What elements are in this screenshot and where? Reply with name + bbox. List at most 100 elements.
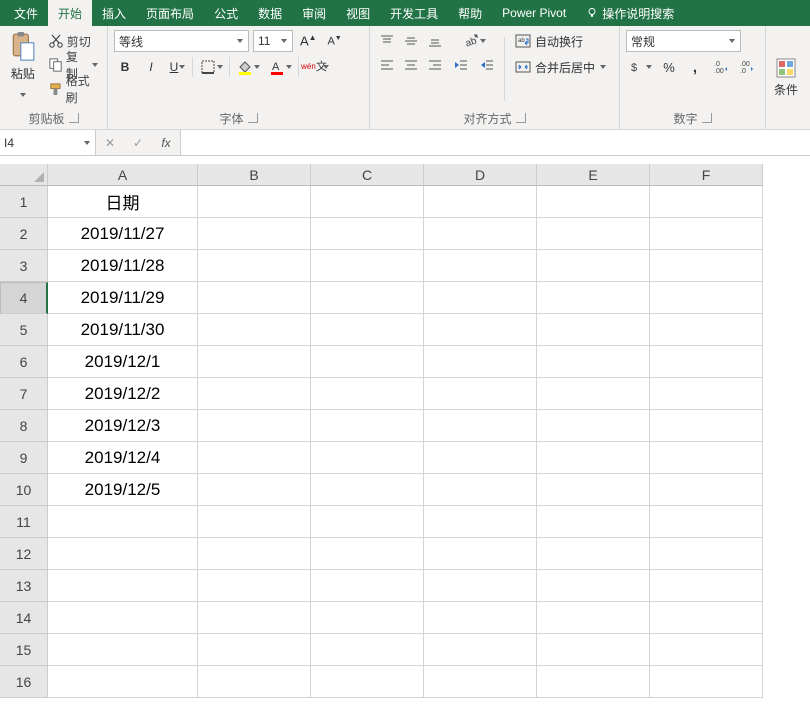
cell-A12[interactable]	[48, 538, 198, 570]
cell-E14[interactable]	[537, 602, 650, 634]
cell-E5[interactable]	[537, 314, 650, 346]
border-dropdown[interactable]	[216, 56, 224, 78]
italic-button[interactable]: I	[140, 56, 162, 78]
cell-F16[interactable]	[650, 666, 763, 698]
cell-B9[interactable]	[198, 442, 311, 474]
cell-D12[interactable]	[424, 538, 537, 570]
cell-D9[interactable]	[424, 442, 537, 474]
cell-C12[interactable]	[311, 538, 424, 570]
row-header-16[interactable]: 16	[0, 666, 48, 698]
cell-F1[interactable]	[650, 186, 763, 218]
align-dialog-launcher[interactable]	[516, 113, 526, 123]
cell-D4[interactable]	[424, 282, 537, 314]
cell-F13[interactable]	[650, 570, 763, 602]
cell-C16[interactable]	[311, 666, 424, 698]
cell-D5[interactable]	[424, 314, 537, 346]
wrap-text-button[interactable]: ab 自动换行	[511, 30, 611, 52]
row-header-11[interactable]: 11	[0, 506, 48, 538]
cell-A11[interactable]	[48, 506, 198, 538]
comma-button[interactable]: ,	[684, 56, 706, 78]
select-all-corner[interactable]	[0, 164, 48, 186]
cell-B15[interactable]	[198, 634, 311, 666]
cell-F6[interactable]	[650, 346, 763, 378]
align-top-button[interactable]	[376, 30, 398, 52]
merge-dropdown[interactable]	[599, 56, 607, 78]
cell-E15[interactable]	[537, 634, 650, 666]
decrease-indent-button[interactable]	[450, 54, 472, 76]
phonetic-dropdown[interactable]	[322, 56, 330, 78]
cell-F10[interactable]	[650, 474, 763, 506]
font-size-select[interactable]: 11	[253, 30, 293, 52]
cell-F14[interactable]	[650, 602, 763, 634]
cell-C11[interactable]	[311, 506, 424, 538]
tab-view[interactable]: 视图	[336, 0, 380, 26]
paste-dropdown[interactable]	[19, 84, 27, 106]
cell-A1[interactable]: 日期	[48, 186, 198, 218]
cell-C7[interactable]	[311, 378, 424, 410]
cell-C6[interactable]	[311, 346, 424, 378]
formula-input[interactable]	[181, 130, 810, 155]
cell-A14[interactable]	[48, 602, 198, 634]
percent-button[interactable]: %	[658, 56, 680, 78]
paste-button[interactable]: 粘贴	[6, 30, 40, 108]
column-header-B[interactable]: B	[198, 164, 311, 186]
tab-data[interactable]: 数据	[248, 0, 292, 26]
enter-formula-button[interactable]: ✓	[124, 130, 152, 155]
row-header-1[interactable]: 1	[0, 186, 48, 218]
increase-font-button[interactable]: A▲	[297, 30, 320, 52]
cell-D7[interactable]	[424, 378, 537, 410]
cell-D3[interactable]	[424, 250, 537, 282]
cell-D1[interactable]	[424, 186, 537, 218]
cell-E3[interactable]	[537, 250, 650, 282]
increase-indent-button[interactable]	[476, 54, 498, 76]
row-header-4[interactable]: 4	[0, 282, 48, 314]
tab-powerpivot[interactable]: Power Pivot	[492, 0, 576, 26]
row-header-8[interactable]: 8	[0, 410, 48, 442]
cell-F12[interactable]	[650, 538, 763, 570]
cell-E7[interactable]	[537, 378, 650, 410]
row-header-9[interactable]: 9	[0, 442, 48, 474]
orientation-dropdown[interactable]	[479, 30, 487, 52]
border-button[interactable]	[197, 56, 225, 78]
cell-C13[interactable]	[311, 570, 424, 602]
cell-E2[interactable]	[537, 218, 650, 250]
cell-F4[interactable]	[650, 282, 763, 314]
cell-E9[interactable]	[537, 442, 650, 474]
cell-C4[interactable]	[311, 282, 424, 314]
cell-B3[interactable]	[198, 250, 311, 282]
currency-dropdown[interactable]	[645, 56, 653, 78]
tab-page-layout[interactable]: 页面布局	[136, 0, 204, 26]
cell-A3[interactable]: 2019/11/28	[48, 250, 198, 282]
cell-B5[interactable]	[198, 314, 311, 346]
cell-C5[interactable]	[311, 314, 424, 346]
cell-D10[interactable]	[424, 474, 537, 506]
cell-A9[interactable]: 2019/12/4	[48, 442, 198, 474]
conditional-format-button[interactable]: 条件	[772, 30, 800, 125]
tab-file[interactable]: 文件	[4, 0, 48, 26]
cell-B16[interactable]	[198, 666, 311, 698]
name-box[interactable]: I4	[0, 130, 96, 155]
cell-E8[interactable]	[537, 410, 650, 442]
cell-B8[interactable]	[198, 410, 311, 442]
column-header-C[interactable]: C	[311, 164, 424, 186]
font-name-select[interactable]: 等线	[114, 30, 249, 52]
cell-E10[interactable]	[537, 474, 650, 506]
cell-F15[interactable]	[650, 634, 763, 666]
cell-F5[interactable]	[650, 314, 763, 346]
cell-E6[interactable]	[537, 346, 650, 378]
cell-C1[interactable]	[311, 186, 424, 218]
clipboard-dialog-launcher[interactable]	[69, 113, 79, 123]
cell-C14[interactable]	[311, 602, 424, 634]
cell-C15[interactable]	[311, 634, 424, 666]
row-header-3[interactable]: 3	[0, 250, 48, 282]
row-header-14[interactable]: 14	[0, 602, 48, 634]
align-bottom-button[interactable]	[424, 30, 446, 52]
format-painter-button[interactable]: 格式刷	[46, 78, 101, 100]
cell-D8[interactable]	[424, 410, 537, 442]
merge-center-button[interactable]: 合并后居中	[511, 56, 611, 78]
cell-A15[interactable]	[48, 634, 198, 666]
row-header-2[interactable]: 2	[0, 218, 48, 250]
tab-help[interactable]: 帮助	[448, 0, 492, 26]
cell-C9[interactable]	[311, 442, 424, 474]
number-dialog-launcher[interactable]	[702, 113, 712, 123]
